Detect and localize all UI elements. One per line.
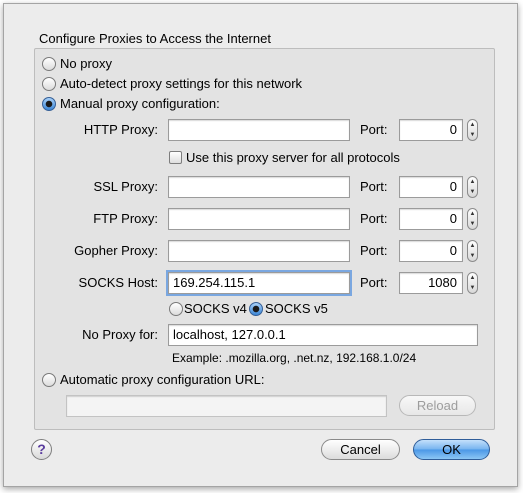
ssl-proxy-label: SSL Proxy: [93,179,158,194]
gopher-port-input[interactable]: 0 [399,240,463,262]
proxy-dialog: Configure Proxies to Access the Internet… [3,3,518,487]
ftp-port-label: Port: [360,211,388,226]
radio-no-proxy[interactable] [42,57,56,71]
stepper-down-icon: ▼ [469,221,476,227]
ok-button[interactable]: OK [413,439,490,460]
radio-auto-detect-label: Auto-detect proxy settings for this netw… [60,76,303,91]
stepper-down-icon: ▼ [469,285,476,291]
stepper-up-icon: ▲ [469,275,476,281]
ftp-proxy-input[interactable] [168,208,350,230]
stepper-up-icon: ▲ [469,122,476,128]
ssl-proxy-input[interactable] [168,176,350,198]
http-proxy-label: HTTP Proxy: [83,122,158,137]
radio-manual-label: Manual proxy configuration: [60,96,220,111]
stepper-up-icon: ▲ [469,179,476,185]
ftp-port-stepper[interactable]: ▲ ▼ [467,208,478,230]
http-proxy-input[interactable] [168,119,350,141]
help-button[interactable]: ? [31,439,52,460]
gopher-proxy-label: Gopher Proxy: [74,243,158,258]
cancel-button[interactable]: Cancel [321,439,400,460]
socks-v5-label: SOCKS v5 [265,301,328,316]
ssl-port-input[interactable]: 0 [399,176,463,198]
radio-socks-v5[interactable] [249,302,263,316]
socks-port-label: Port: [360,275,388,290]
stepper-up-icon: ▲ [469,211,476,217]
ftp-proxy-label: FTP Proxy: [93,211,158,226]
use-for-all-label: Use this proxy server for all protocols [186,150,400,165]
auto-url-input[interactable] [66,395,387,417]
example-text: Example: .mozilla.org, .net.nz, 192.168.… [172,351,417,365]
gopher-port-stepper[interactable]: ▲ ▼ [467,240,478,262]
stepper-down-icon: ▼ [469,132,476,138]
http-port-stepper[interactable]: ▲ ▼ [467,119,478,141]
stepper-down-icon: ▼ [469,189,476,195]
radio-auto-url[interactable] [42,373,56,387]
radio-auto-detect[interactable] [42,77,56,91]
gopher-proxy-input[interactable] [168,240,350,262]
socks-host-input[interactable]: 169.254.115.1 [166,270,352,296]
stepper-down-icon: ▼ [469,253,476,259]
http-port-input[interactable]: 0 [399,119,463,141]
radio-manual[interactable] [42,97,56,111]
socks-host-label: SOCKS Host: [78,275,158,290]
radio-socks-v4[interactable] [169,302,183,316]
gopher-port-label: Port: [360,243,388,258]
dialog-title: Configure Proxies to Access the Internet [39,31,271,46]
no-proxy-for-label: No Proxy for: [82,327,158,342]
http-port-label: Port: [360,122,388,137]
radio-no-proxy-label: No proxy [60,56,113,71]
socks-port-stepper[interactable]: ▲ ▼ [467,272,478,294]
question-mark-icon: ? [37,441,46,457]
ftp-port-input[interactable]: 0 [399,208,463,230]
ssl-port-label: Port: [360,179,388,194]
socks-v4-label: SOCKS v4 [184,301,247,316]
use-for-all-checkbox[interactable] [169,151,182,164]
no-proxy-for-input[interactable]: localhost, 127.0.0.1 [168,324,478,346]
reload-button[interactable]: Reload [399,395,476,416]
socks-port-input[interactable]: 1080 [399,272,463,294]
radio-auto-url-label: Automatic proxy configuration URL: [60,372,265,387]
ssl-port-stepper[interactable]: ▲ ▼ [467,176,478,198]
stepper-up-icon: ▲ [469,243,476,249]
